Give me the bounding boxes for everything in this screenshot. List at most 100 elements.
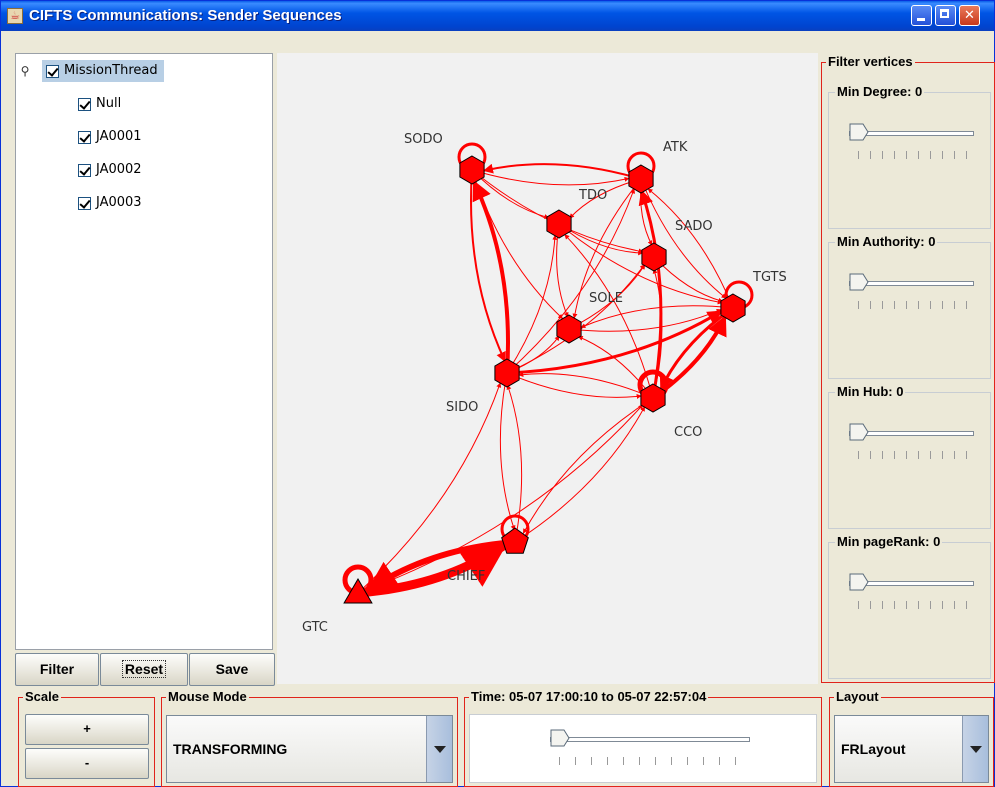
- tree-root-row[interactable]: ⚲ MissionThread: [18, 59, 164, 83]
- title-bar[interactable]: ☕ CIFTS Communications: Sender Sequences…: [1, 1, 994, 31]
- zoom-out-button[interactable]: -: [25, 748, 149, 779]
- zoom-in-button[interactable]: +: [25, 714, 149, 745]
- min-hub-slider[interactable]: [849, 423, 974, 463]
- tree-item-checkbox[interactable]: [78, 163, 91, 177]
- graph-node-label: SOLE: [589, 291, 623, 306]
- slider-ticks: [858, 301, 968, 309]
- mouse-mode-value: TRANSFORMING: [173, 741, 288, 757]
- min-authority-label: Min Authority: 0: [835, 234, 938, 250]
- window-title: CIFTS Communications: Sender Sequences: [29, 7, 342, 24]
- layout-value: FRLayout: [841, 741, 906, 757]
- graph-edge: [472, 180, 510, 374]
- slider-thumb-icon[interactable]: [849, 573, 869, 591]
- min-authority-group: Min Authority: 0: [828, 234, 991, 379]
- min-pagerank-group: Min pageRank: 0: [828, 534, 991, 679]
- tree-item-label: JA0001: [96, 129, 142, 144]
- min-authority-slider[interactable]: [849, 273, 974, 313]
- slider-track: [550, 737, 750, 742]
- min-hub-group: Min Hub: 0: [828, 384, 991, 529]
- graph-node-label: GTC: [302, 620, 328, 635]
- graph-edge: [483, 163, 642, 180]
- graph-edge: [471, 169, 630, 186]
- graph-node-sado[interactable]: [641, 242, 667, 272]
- tree-root-checkbox[interactable]: [46, 64, 59, 78]
- layout-panel: Layout FRLayout: [829, 689, 994, 787]
- graph-node-sido[interactable]: [494, 358, 520, 388]
- tree-handle-icon[interactable]: ⚲: [18, 59, 32, 83]
- graph-edge: [638, 189, 663, 399]
- scale-panel: Scale + -: [18, 689, 155, 787]
- tree-root-node[interactable]: MissionThread: [42, 60, 164, 82]
- minimize-icon: [917, 18, 925, 21]
- tree-item-checkbox[interactable]: [78, 130, 91, 144]
- min-hub-label: Min Hub: 0: [835, 384, 906, 400]
- graph-edge: [471, 169, 564, 320]
- graph-node-label: TGTS: [752, 270, 787, 285]
- tree-item-ja0001[interactable]: JA0001: [78, 125, 142, 149]
- slider-thumb-icon[interactable]: [849, 123, 869, 141]
- mouse-mode-panel: Mouse Mode TRANSFORMING: [161, 689, 458, 787]
- close-button[interactable]: ✕: [959, 5, 980, 26]
- thread-tree[interactable]: ⚲ MissionThread Null JA0001 JA0002 JA000…: [15, 53, 273, 650]
- graph-node-label: SIDO: [446, 400, 478, 415]
- time-slider-box: [469, 714, 817, 783]
- tree-root-label: MissionThread: [64, 63, 158, 78]
- tree-item-ja0002[interactable]: JA0002: [78, 158, 142, 182]
- slider-thumb-icon[interactable]: [550, 729, 570, 747]
- graph-canvas[interactable]: SODO ATK TDO SADO TGTS SOLE SIDO CCO CHIEF GTC: [277, 53, 818, 684]
- save-button[interactable]: Save: [189, 653, 275, 686]
- graph-edge: [522, 397, 654, 534]
- close-icon: ✕: [964, 8, 975, 23]
- graph-node-label: ATK: [663, 140, 688, 155]
- time-panel: Time: 05-07 17:00:10 to 05-07 22:57:04: [464, 689, 822, 787]
- slider-ticks: [559, 757, 744, 765]
- reset-button[interactable]: Reset: [100, 653, 188, 686]
- mouse-mode-title: Mouse Mode: [166, 689, 249, 705]
- app-window: ☕ CIFTS Communications: Sender Sequences…: [0, 0, 995, 787]
- graph-edge: [518, 372, 654, 399]
- graph-node-atk[interactable]: [628, 164, 654, 194]
- min-degree-label: Min Degree: 0: [835, 84, 925, 100]
- slider-thumb-icon[interactable]: [849, 423, 869, 441]
- graph-node-label: CHIEF: [447, 569, 485, 584]
- scale-title: Scale: [23, 689, 61, 705]
- time-slider[interactable]: [550, 729, 750, 769]
- minimize-button[interactable]: [911, 5, 932, 26]
- slider-ticks: [858, 451, 968, 459]
- chevron-down-icon[interactable]: [962, 716, 988, 782]
- layout-select[interactable]: FRLayout: [834, 715, 989, 783]
- graph-edge: [506, 372, 642, 399]
- graph-node-label: TDO: [578, 188, 607, 203]
- tree-item-label: JA0003: [96, 195, 142, 210]
- mouse-mode-select[interactable]: TRANSFORMING: [166, 715, 453, 783]
- tree-item-label: Null: [96, 96, 122, 111]
- tree-item-null[interactable]: Null: [78, 92, 121, 116]
- tree-item-checkbox[interactable]: [78, 196, 91, 210]
- graph-node-label: SADO: [675, 219, 713, 234]
- graph-edge: [499, 372, 516, 531]
- graph-node-tdo[interactable]: [546, 209, 572, 239]
- graph-node-label: CCO: [674, 425, 702, 440]
- tree-item-ja0003[interactable]: JA0003: [78, 191, 142, 215]
- reset-button-label: Reset: [121, 660, 167, 678]
- maximize-icon: [940, 9, 949, 18]
- min-degree-group: Min Degree: 0: [828, 84, 991, 229]
- filter-button[interactable]: Filter: [15, 653, 99, 686]
- maximize-button[interactable]: [935, 5, 956, 26]
- layout-title: Layout: [834, 689, 881, 705]
- time-title: Time: 05-07 17:00:10 to 05-07 22:57:04: [469, 689, 709, 705]
- tree-item-checkbox[interactable]: [78, 97, 91, 111]
- java-cup-icon: ☕: [7, 8, 23, 24]
- tree-item-label: JA0002: [96, 162, 142, 177]
- filter-vertices-panel: Filter vertices Min Degree: 0 Min Author…: [821, 54, 995, 683]
- network-graph[interactable]: SODO ATK TDO SADO TGTS SOLE SIDO CCO CHIEF GTC: [277, 53, 818, 684]
- filter-vertices-title: Filter vertices: [826, 54, 915, 70]
- slider-thumb-icon[interactable]: [849, 273, 869, 291]
- graph-node-sodo[interactable]: [459, 155, 485, 185]
- chevron-down-icon[interactable]: [426, 716, 452, 782]
- min-degree-slider[interactable]: [849, 123, 974, 163]
- slider-ticks: [858, 151, 968, 159]
- graph-node-sole[interactable]: [556, 314, 582, 344]
- min-pagerank-slider[interactable]: [849, 573, 974, 613]
- graph-edge: [514, 406, 646, 543]
